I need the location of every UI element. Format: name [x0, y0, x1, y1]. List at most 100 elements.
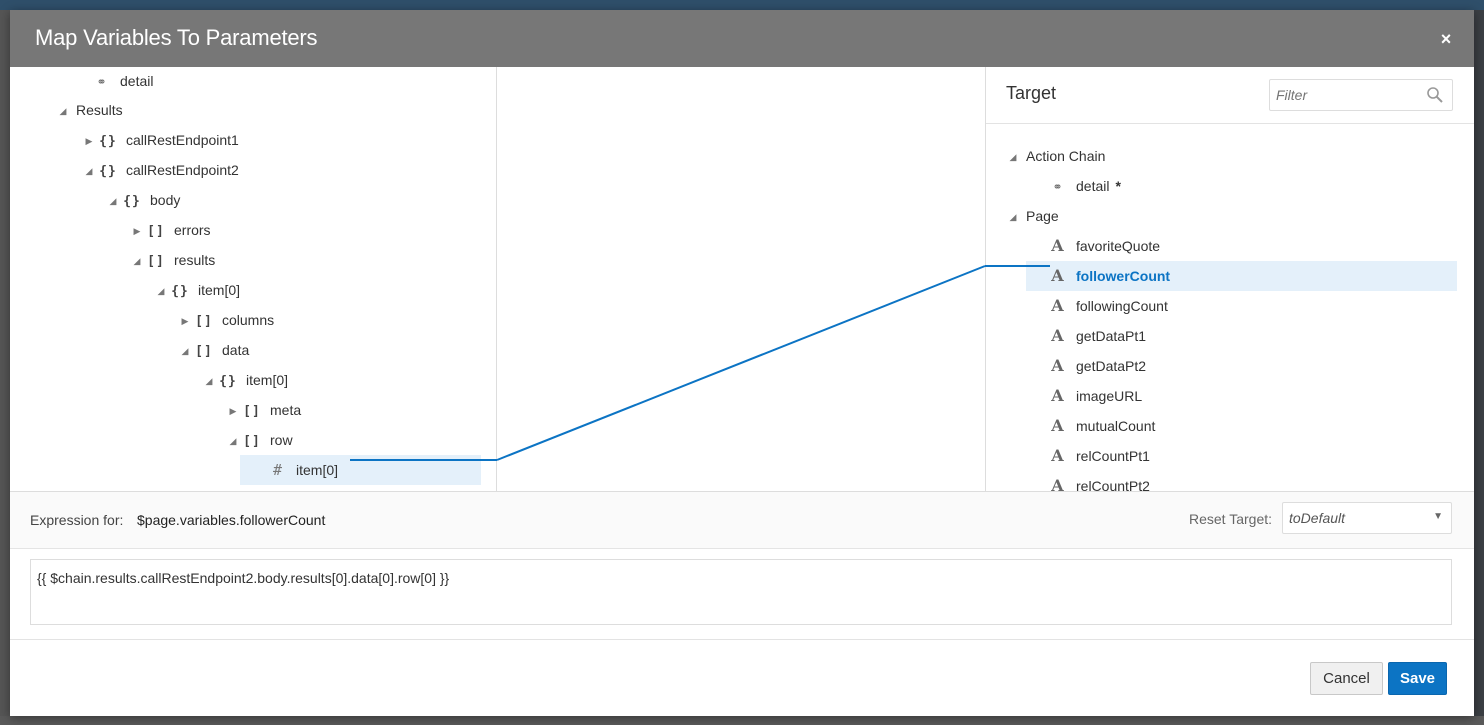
reset-target-value: toDefault	[1289, 510, 1346, 526]
tree-row-label: callRestEndpoint2	[126, 162, 239, 178]
dialog-header: Map Variables To Parameters ×	[10, 10, 1474, 67]
string-icon: A	[1051, 326, 1065, 345]
tree-row[interactable]: ◢ Results	[56, 95, 430, 125]
tree-row[interactable]: AfavoriteQuote	[1032, 231, 1456, 261]
target-title: Target	[1006, 83, 1057, 103]
tree-row-label: callRestEndpoint1	[126, 132, 239, 148]
tree-row-label: data	[222, 342, 250, 358]
string-icon: A	[1051, 416, 1065, 435]
dialog-footer: Cancel Save	[10, 639, 1474, 716]
source-tree-panel[interactable]: ⚭ detail ◢ Results ▶{} callRestEndpoint1 ◢{} ca…	[10, 67, 497, 491]
expression-text: {{ $chain.results.callRestEndpoint2.body…	[37, 570, 450, 586]
expand-triangle-icon[interactable]: ◢	[1006, 202, 1020, 232]
close-icon[interactable]: ×	[1436, 29, 1456, 49]
expand-triangle-icon[interactable]: ◢	[226, 426, 240, 456]
tree-row-label: results	[174, 252, 216, 268]
tree-row[interactable]: ArelCountPt1	[1032, 441, 1456, 471]
tree-row[interactable]: AgetDataPt2	[1032, 351, 1456, 381]
tree-row-label: relCountPt2	[1076, 478, 1150, 491]
tree-row[interactable]: AmutualCount	[1032, 411, 1456, 441]
array-icon: []	[243, 434, 261, 449]
cancel-button[interactable]: Cancel	[1310, 662, 1383, 695]
tree-row-label: getDataPt1	[1076, 328, 1147, 344]
object-icon: {}	[123, 194, 141, 209]
map-variables-dialog: Map Variables To Parameters × ⚭ detail ◢ Re…	[10, 10, 1474, 716]
expand-triangle-icon[interactable]: ◢	[1006, 142, 1020, 172]
array-icon: []	[147, 254, 165, 269]
tree-row-label: followingCount	[1076, 298, 1168, 314]
tree-row[interactable]: ▶[] errors	[130, 215, 430, 245]
expression-bar: Expression for: $page.variables.follower…	[10, 491, 1474, 549]
tree-row[interactable]: ◢[] results	[130, 245, 430, 275]
object-icon: {}	[171, 284, 189, 299]
tree-row[interactable]: ▶{} callRestEndpoint1	[82, 125, 430, 155]
tree-row[interactable]: ◢ Action Chain	[1006, 141, 1456, 171]
tree-row-label: body	[150, 192, 181, 208]
object-icon: {}	[99, 134, 117, 149]
reset-target-label: Reset Target:	[1189, 511, 1273, 527]
backdrop-left-strip	[0, 10, 10, 725]
tree-row[interactable]: ◢{} body	[106, 185, 430, 215]
tree-row-label: relCountPt1	[1076, 448, 1150, 464]
tree-row[interactable]: ArelCountPt2	[1032, 471, 1456, 491]
link-icon: ⚭	[96, 75, 108, 89]
expand-triangle-icon[interactable]: ◢	[106, 186, 120, 216]
tree-row-label: meta	[270, 402, 302, 418]
string-icon: A	[1051, 266, 1065, 285]
collapse-triangle-icon[interactable]: ▶	[178, 306, 192, 336]
tree-row[interactable]: ▶[] meta	[226, 395, 430, 425]
tree-row[interactable]: # item[0]	[240, 455, 481, 485]
tree-row[interactable]: ◢ Page	[1006, 201, 1456, 231]
array-icon: []	[195, 344, 213, 359]
tree-row[interactable]: ◢{} callRestEndpoint2	[82, 155, 430, 185]
collapse-triangle-icon[interactable]: ▶	[226, 396, 240, 426]
tree-row[interactable]: ⚭ detail *	[1032, 171, 1456, 201]
tree-row-label: errors	[174, 222, 211, 238]
expand-triangle-icon[interactable]: ◢	[202, 366, 216, 396]
expand-triangle-icon[interactable]: ◢	[178, 336, 192, 366]
array-icon: []	[195, 314, 213, 329]
string-icon: A	[1051, 476, 1065, 491]
save-button[interactable]: Save	[1388, 662, 1447, 695]
tree-row-label: detail	[1076, 178, 1110, 194]
backdrop-top-bar	[0, 0, 1484, 10]
expand-triangle-icon[interactable]: ◢	[154, 276, 168, 306]
tree-row[interactable]: ◢[] data	[178, 335, 430, 365]
expand-triangle-icon[interactable]: ◢	[130, 246, 144, 276]
tree-row-label: item[0]	[296, 462, 339, 478]
expression-editor[interactable]: {{ $chain.results.callRestEndpoint2.body…	[30, 559, 1452, 625]
required-marker: *	[1115, 178, 1121, 194]
tree-row[interactable]: AgetDataPt1	[1032, 321, 1456, 351]
backdrop-bottom-strip	[0, 716, 1484, 725]
tree-row[interactable]: AfollowerCount	[1026, 261, 1457, 291]
expand-triangle-icon[interactable]: ◢	[82, 156, 96, 186]
string-icon: A	[1051, 386, 1065, 405]
tree-row[interactable]: ▶[] columns	[178, 305, 430, 335]
tree-row[interactable]: ⚭ detail	[76, 67, 430, 96]
collapse-triangle-icon[interactable]: ▶	[130, 216, 144, 246]
tree-row[interactable]: ◢{} item[0]	[202, 365, 430, 395]
collapse-triangle-icon[interactable]: ▶	[82, 126, 96, 156]
number-icon: #	[272, 461, 284, 479]
array-icon: []	[243, 404, 261, 419]
tree-row-label: columns	[222, 312, 275, 328]
tree-row[interactable]: ◢{} item[0]	[154, 275, 430, 305]
tree-row-label: row	[270, 432, 293, 448]
link-icon: ⚭	[1052, 180, 1064, 194]
target-divider	[986, 123, 1474, 124]
tree-row-label: detail	[120, 73, 154, 89]
reset-target-select[interactable]: toDefault ▼	[1282, 502, 1452, 534]
tree-row[interactable]: AfollowingCount	[1032, 291, 1456, 321]
object-icon: {}	[219, 374, 237, 389]
chevron-down-icon: ▼	[1433, 511, 1443, 522]
filter-field[interactable]	[1269, 79, 1453, 111]
tree-row[interactable]: AimageURL	[1032, 381, 1456, 411]
filter-input[interactable]	[1270, 80, 1420, 110]
string-icon: A	[1051, 446, 1065, 465]
expand-triangle-icon[interactable]: ◢	[56, 96, 70, 126]
string-icon: A	[1051, 236, 1065, 255]
tree-row[interactable]: ◢[] row	[226, 425, 430, 455]
search-icon[interactable]	[1426, 86, 1444, 104]
object-icon: {}	[99, 164, 117, 179]
string-icon: A	[1051, 296, 1065, 315]
